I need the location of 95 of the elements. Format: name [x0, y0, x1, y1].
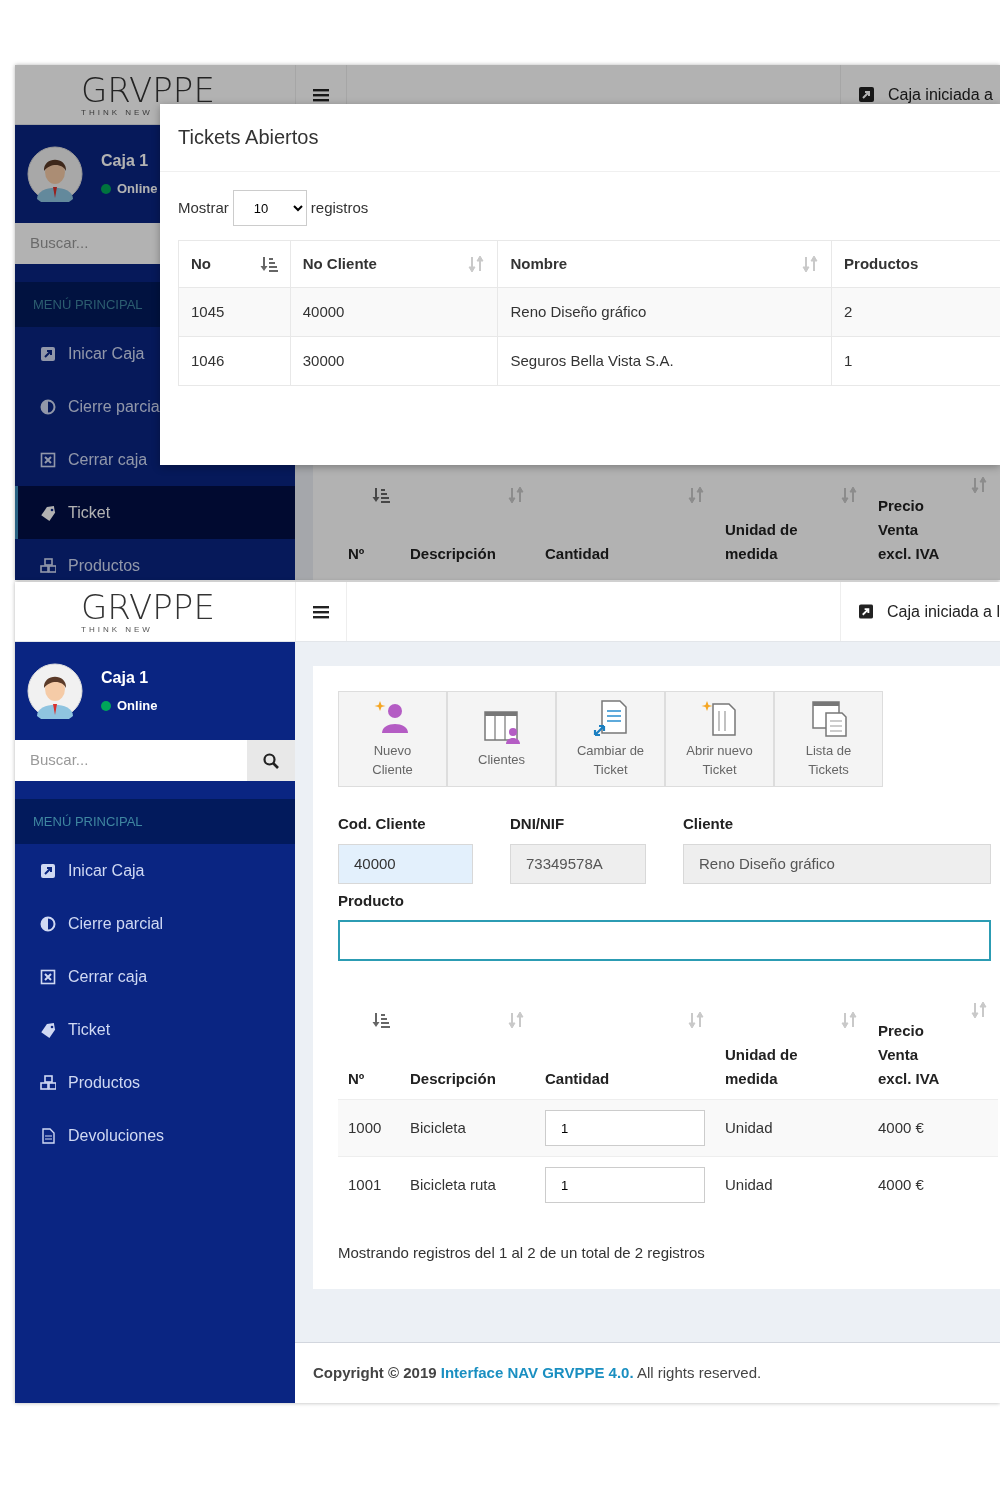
- menu-heading: MENÚ PRINCIPAL: [15, 799, 295, 844]
- input-field[interactable]: 40000: [338, 843, 473, 884]
- menu-item[interactable]: Cerrar caja: [15, 950, 295, 1003]
- status-text: Caja iniciada a l: [887, 601, 1000, 622]
- table-info: Mostrando registros del 1 al 2 de un total de 2 registros: [338, 1242, 706, 1263]
- table-cell: Bicicleta: [400, 1099, 535, 1157]
- half-circle-icon: [40, 915, 56, 932]
- field-label: Cliente: [683, 814, 734, 834]
- close-square-icon: [40, 968, 56, 985]
- menu-button[interactable]: [295, 582, 347, 641]
- external-link-icon: [40, 345, 56, 362]
- page-size-select[interactable]: 10: [232, 190, 307, 226]
- user-avatar: [27, 663, 83, 719]
- table-cell: Reno Diseño gráfico: [498, 287, 832, 337]
- user-avatar: [27, 146, 83, 202]
- cubes-icon: [40, 557, 56, 574]
- status-label: Online: [117, 697, 158, 716]
- document-icon: [40, 1127, 56, 1144]
- user-name: Caja 1: [101, 668, 150, 689]
- menu-item[interactable]: Inicar Caja: [15, 844, 295, 897]
- length-label: registros: [310, 197, 369, 218]
- tag-icon: [40, 504, 56, 521]
- column-header[interactable]: Cantidad: [545, 542, 705, 566]
- logo-tagline: THINK NEW: [81, 625, 153, 634]
- length-label: Mostrar: [178, 197, 229, 218]
- toolbar-button[interactable]: Clientes: [447, 691, 556, 787]
- logo-tagline: THINK NEW: [81, 108, 153, 117]
- field-label: Cod. Cliente: [338, 814, 427, 834]
- menu-item[interactable]: Cierre parcial: [15, 897, 295, 950]
- column-header[interactable]: No Cliente: [302, 252, 377, 276]
- user-name: Caja 1: [101, 151, 150, 172]
- table-cell: 4000 €: [868, 1099, 998, 1157]
- external-link-icon: [40, 862, 56, 879]
- search-icon: [263, 752, 279, 769]
- product-field[interactable]: [338, 920, 991, 961]
- table-cell: 30000: [290, 336, 498, 386]
- status-dot: [101, 184, 111, 194]
- column-header[interactable]: Precio Venta excl. IVA: [878, 494, 988, 566]
- menu-item[interactable]: Ticket: [15, 1003, 295, 1056]
- document-arrows-icon: [591, 698, 630, 737]
- status-dot: [101, 701, 111, 711]
- search-field[interactable]: Buscar...: [15, 740, 247, 781]
- menu-icon: [313, 87, 329, 102]
- logo-text: GRVPPE: [81, 72, 215, 107]
- external-link-icon: [859, 604, 874, 619]
- column-header[interactable]: Descripción: [410, 542, 525, 566]
- menu-item[interactable]: Productos: [15, 539, 295, 580]
- input-field[interactable]: 73349578A: [510, 843, 646, 884]
- table-cell: Unidad: [715, 1099, 868, 1157]
- logo-text: GRVPPE: [81, 589, 215, 624]
- field-label: Producto: [338, 890, 405, 911]
- field-label: DNI/NIF: [510, 814, 566, 834]
- table-cell: 1001: [338, 1156, 400, 1214]
- table-cell: Unidad: [715, 1156, 868, 1214]
- toolbar-button[interactable]: Abrir nuevo Ticket: [665, 691, 774, 787]
- table-cell: 40000: [290, 287, 498, 337]
- status-label: Online: [117, 180, 158, 199]
- toolbar-button[interactable]: Nuevo Cliente: [338, 691, 447, 787]
- table-cell: 1045: [178, 287, 291, 337]
- column-header[interactable]: Nº: [348, 542, 390, 566]
- table-cell: 1046: [178, 336, 291, 386]
- menu-item[interactable]: Productos: [15, 1056, 295, 1109]
- quantity-field[interactable]: 1: [545, 1110, 705, 1146]
- column-header[interactable]: Nº: [348, 1067, 390, 1091]
- column-header[interactable]: Nombre: [510, 252, 568, 276]
- quantity-field[interactable]: 1: [545, 1167, 705, 1204]
- menu-item[interactable]: Devoluciones: [15, 1109, 295, 1162]
- table-cell: Seguros Bella Vista S.A.: [498, 336, 832, 386]
- table-person-icon: [482, 708, 521, 747]
- column-header[interactable]: Descripción: [410, 1067, 525, 1091]
- table-cell: 1000: [338, 1099, 400, 1157]
- status-text: Caja iniciada a: [888, 84, 993, 105]
- column-header[interactable]: Unidad de medida: [725, 518, 858, 566]
- modal-title: Tickets Abiertos: [160, 104, 1000, 172]
- toolbar-button[interactable]: Cambiar de Ticket: [556, 691, 665, 787]
- menu-icon: [313, 604, 329, 619]
- documents-icon: [809, 698, 848, 737]
- close-square-icon: [40, 451, 56, 468]
- copyright-text: Copyright © 2019 Interface NAV GRVPPE 4.0. All rights reserved.: [313, 1362, 762, 1383]
- column-header[interactable]: Unidad de medida: [725, 1043, 858, 1091]
- column-header[interactable]: Precio Venta excl. IVA: [878, 1019, 988, 1091]
- table-cell: Bicicleta ruta: [400, 1156, 535, 1214]
- table-cell: 2: [831, 287, 1000, 337]
- half-circle-icon: [40, 398, 56, 415]
- footer-link[interactable]: Interface NAV GRVPPE 4.0.: [440, 1363, 634, 1381]
- input-field[interactable]: Reno Diseño gráfico: [683, 843, 991, 884]
- menu-item[interactable]: Ticket: [15, 486, 295, 539]
- toolbar-button[interactable]: Lista de Tickets: [774, 691, 883, 787]
- search-button[interactable]: [247, 740, 295, 781]
- table-cell: 4000 €: [868, 1156, 998, 1214]
- tag-icon: [40, 1021, 56, 1038]
- column-header[interactable]: Cantidad: [545, 1067, 705, 1091]
- cubes-icon: [40, 1074, 56, 1091]
- external-link-icon: [859, 87, 874, 102]
- menu-item[interactable]: Cerrar caja: [15, 433, 295, 486]
